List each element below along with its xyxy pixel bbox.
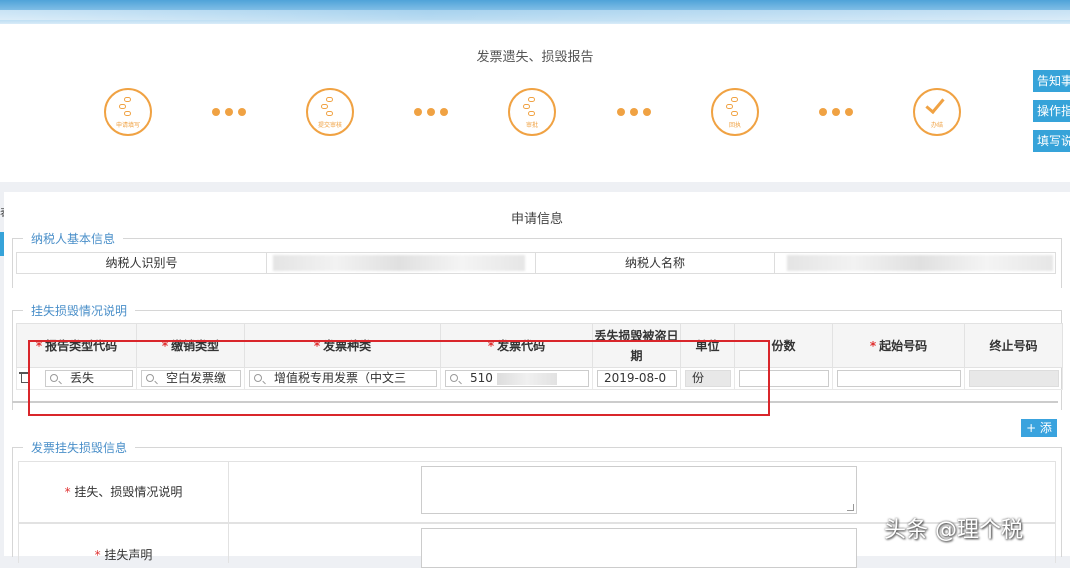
flow-icon	[321, 97, 339, 117]
taxpayer-id-label: 纳税人识别号	[17, 253, 267, 273]
fill-help-button[interactable]: 填写说	[1033, 130, 1070, 152]
step-connector	[414, 108, 450, 116]
step-connector	[617, 108, 653, 116]
step-connector	[212, 108, 248, 116]
flow-icon	[119, 97, 137, 117]
add-row-button[interactable]: + 添	[1021, 419, 1057, 437]
taxpayer-row: 纳税人识别号 纳税人名称	[16, 252, 1056, 274]
taxpayer-name-label: 纳税人名称	[535, 253, 775, 273]
step-5: 办结	[913, 88, 961, 136]
step-label: 申请填写	[115, 122, 140, 129]
cell-start-no	[832, 367, 965, 390]
cell-end-no	[964, 367, 1063, 390]
loss-description-textarea[interactable]	[421, 466, 857, 514]
notice-button[interactable]: 告知事	[1033, 70, 1070, 92]
step-label: 提交审核	[317, 122, 342, 129]
loss-legend: 挂失损毁情况说明	[23, 302, 136, 319]
invoice-info-legend: 发票挂失损毁信息	[23, 439, 136, 456]
step-1: 申请填写	[104, 88, 152, 136]
loss-statement-label: * 挂失声明	[19, 524, 229, 563]
step-label: 回执	[728, 122, 741, 129]
step-connector	[819, 108, 855, 116]
top-banner	[0, 0, 1070, 24]
step-4: 回执	[711, 88, 759, 136]
flow-icon	[523, 97, 541, 117]
taxpayer-id-value	[273, 255, 525, 271]
step-label: 办结	[930, 122, 943, 129]
section-title: 申请信息	[510, 212, 563, 227]
loss-description-label: * 挂失、损毁情况说明	[19, 462, 229, 522]
progress-panel: 发票遗失、损毁报告 申请填写 提交审核 审批 回执 办结	[0, 24, 1070, 182]
taxpayer-name-value	[787, 255, 1053, 271]
resize-grip-icon	[847, 504, 854, 511]
start-no-input[interactable]	[837, 370, 961, 387]
guide-button[interactable]: 操作指	[1033, 100, 1070, 122]
watermark: 头条 @理个税	[884, 518, 1023, 543]
step-3: 审批	[508, 88, 556, 136]
col-start-no: * 起始号码	[832, 323, 965, 368]
highlight-box	[28, 340, 770, 416]
step-2: 提交审核	[306, 88, 354, 136]
col-end-no: 终止号码	[964, 323, 1063, 368]
flow-icon	[726, 97, 744, 117]
loss-statement-textarea[interactable]	[421, 528, 857, 568]
taxpayer-legend: 纳税人基本信息	[23, 230, 124, 247]
page-title: 发票遗失、损毁报告	[476, 50, 594, 65]
end-no-input[interactable]	[969, 370, 1059, 387]
check-icon	[925, 93, 945, 115]
step-label: 审批	[525, 122, 538, 129]
